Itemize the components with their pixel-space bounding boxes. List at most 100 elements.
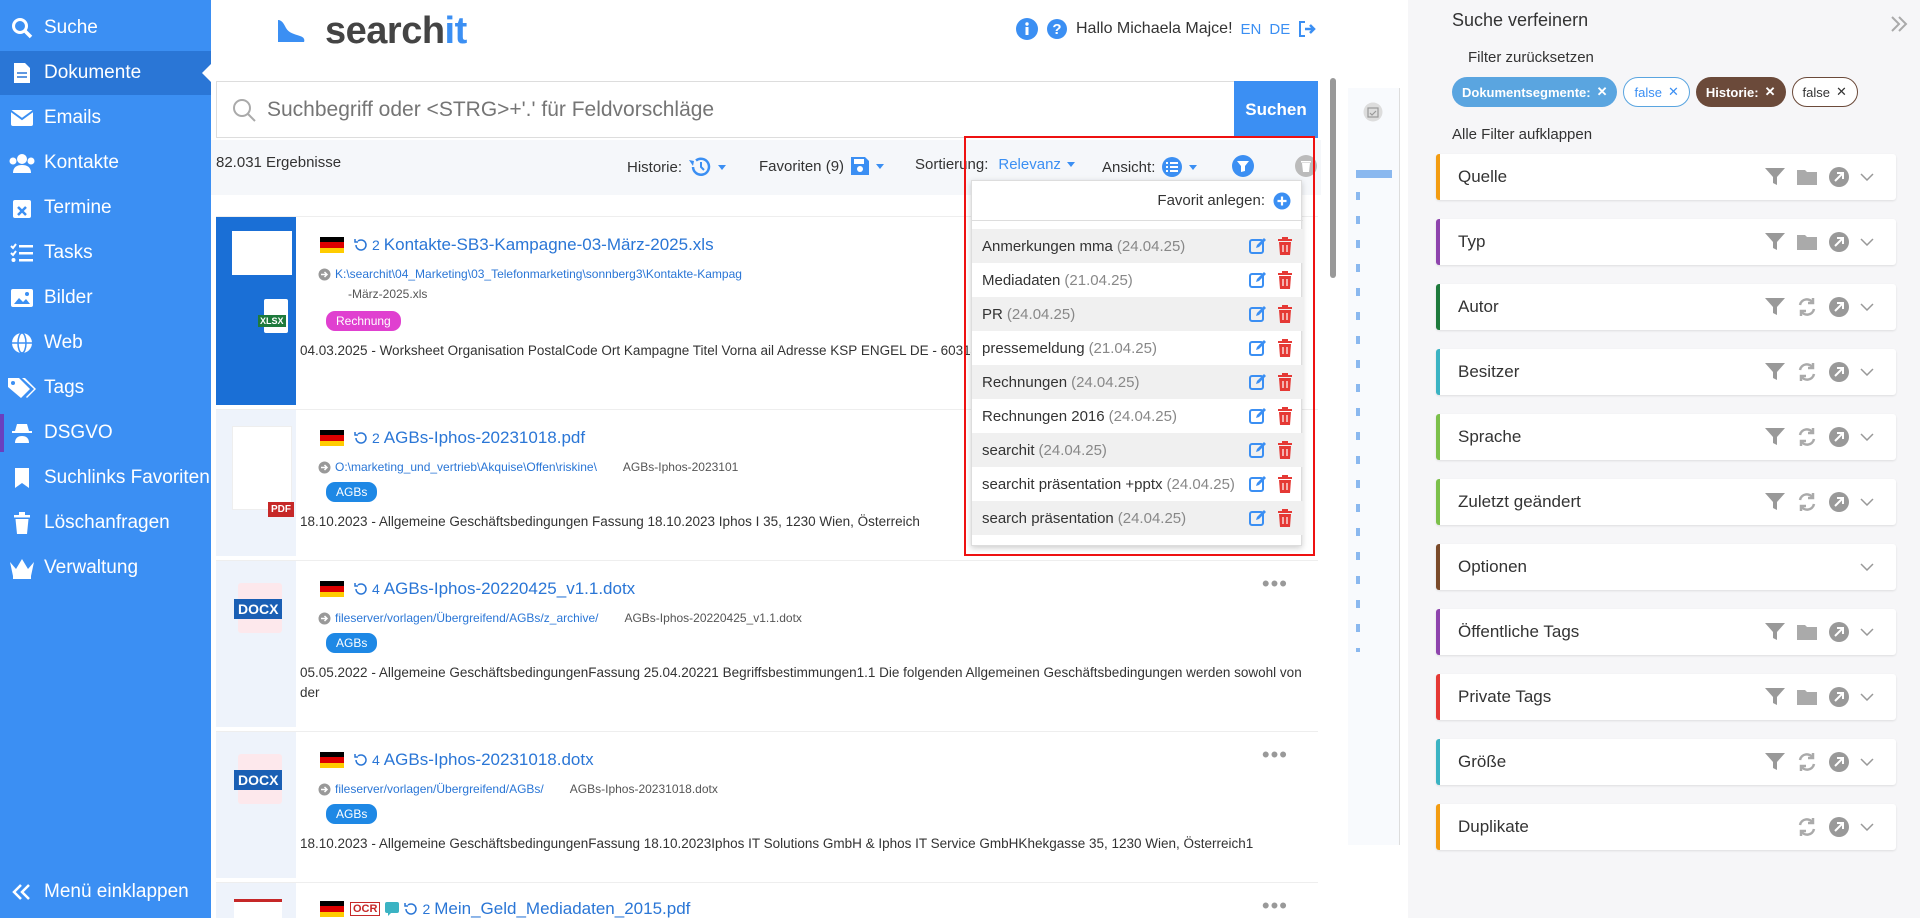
facet-autor[interactable]: Autor	[1436, 284, 1896, 330]
calendar-check-icon[interactable]	[1363, 102, 1383, 122]
result-thumbnail[interactable]	[216, 883, 296, 918]
reset-filters-link[interactable]: Filter zurücksetzen	[1468, 49, 1594, 66]
refresh-icon[interactable]	[1796, 751, 1818, 773]
chevron-down-icon[interactable]	[1860, 433, 1874, 441]
edit-icon[interactable]	[1249, 305, 1267, 323]
arrow-circle-icon[interactable]	[1828, 751, 1850, 773]
result-title[interactable]: 4 AGBs-Iphos-20220425_v1.1.dotx	[320, 579, 635, 599]
filter-icon[interactable]	[1764, 752, 1786, 772]
collapse-menu-button[interactable]: Menü einklappen	[0, 870, 211, 914]
sidebar-item-tasks[interactable]: Tasks	[0, 231, 211, 275]
delete-icon[interactable]	[1277, 475, 1293, 493]
facet-private-tags[interactable]: Private Tags	[1436, 674, 1896, 720]
chevron-down-icon[interactable]	[1860, 823, 1874, 831]
facet-zuletzt-geaendert[interactable]: Zuletzt geändert	[1436, 479, 1896, 525]
chevron-down-icon[interactable]	[1860, 368, 1874, 376]
chevron-down-icon[interactable]	[1860, 238, 1874, 246]
filter-chip[interactable]: false ✕	[1791, 77, 1858, 107]
delete-icon[interactable]	[1277, 407, 1293, 425]
arrow-circle-icon[interactable]	[1828, 491, 1850, 513]
facet-quelle[interactable]: Quelle	[1436, 154, 1896, 200]
result-thumbnail[interactable]: DOCX	[216, 561, 296, 727]
delete-icon[interactable]	[1277, 237, 1293, 255]
history-control[interactable]: Historie:	[627, 156, 727, 178]
view-control[interactable]: Ansicht:	[1102, 156, 1198, 178]
result-item[interactable]: OCR 2 Mein_Geld_Mediadaten_2015.pdf •••	[216, 882, 1318, 918]
favorite-item[interactable]: searchit präsentation +pptx (24.04.25)	[972, 467, 1303, 501]
favorite-item[interactable]: pressemeldung (21.04.25)	[972, 331, 1303, 365]
filter-icon[interactable]	[1764, 297, 1786, 317]
filter-results-icon[interactable]	[1231, 154, 1255, 178]
filter-icon[interactable]	[1764, 232, 1786, 252]
sidebar-item-kontakte[interactable]: Kontakte	[0, 141, 211, 185]
refresh-icon[interactable]	[1796, 296, 1818, 318]
result-title[interactable]: 2 AGBs-Iphos-20231018.pdf	[320, 428, 585, 448]
logout-icon[interactable]	[1298, 21, 1316, 37]
favorites-control[interactable]: Favoriten (9)	[759, 156, 885, 176]
favorite-item[interactable]: Rechnungen (24.04.25)	[972, 365, 1303, 399]
chevron-down-icon[interactable]	[1860, 498, 1874, 506]
search-button[interactable]: Suchen	[1234, 81, 1318, 138]
result-tag[interactable]: AGBs	[326, 804, 378, 824]
create-favorite-row[interactable]: Favorit anlegen:	[972, 181, 1303, 221]
help-icon[interactable]: ?	[1046, 18, 1068, 40]
refresh-icon[interactable]	[1796, 361, 1818, 383]
sidebar-item-loeschanfragen[interactable]: Löschanfragen	[0, 501, 211, 545]
folder-icon[interactable]	[1796, 168, 1818, 186]
favorite-item[interactable]: PR (24.04.25)	[972, 297, 1303, 331]
filter-icon[interactable]	[1764, 492, 1786, 512]
delete-icon[interactable]	[1277, 509, 1293, 527]
edit-icon[interactable]	[1249, 237, 1267, 255]
result-tag[interactable]: Rechnung	[326, 311, 401, 331]
result-title[interactable]: 2 Kontakte-SB3-Kampagne-03-März-2025.xls	[320, 235, 714, 255]
folder-icon[interactable]	[1796, 623, 1818, 641]
refresh-icon[interactable]	[1796, 816, 1818, 838]
delete-icon[interactable]	[1277, 305, 1293, 323]
sort-control[interactable]: Sortierung: Relevanz	[915, 156, 1075, 173]
folder-icon[interactable]	[1796, 688, 1818, 706]
delete-icon[interactable]	[1277, 373, 1293, 391]
edit-icon[interactable]	[1249, 407, 1267, 425]
sidebar-item-tags[interactable]: Tags	[0, 366, 211, 410]
sidebar-item-verwaltung[interactable]: Verwaltung	[0, 546, 211, 590]
chevron-down-icon[interactable]	[1860, 173, 1874, 181]
facet-besitzer[interactable]: Besitzer	[1436, 349, 1896, 395]
filter-icon[interactable]	[1764, 167, 1786, 187]
result-thumbnail[interactable]: XLSX	[216, 217, 296, 405]
sidebar-item-suche[interactable]: Suche	[0, 6, 211, 50]
filter-icon[interactable]	[1764, 427, 1786, 447]
arrow-circle-icon[interactable]	[1828, 686, 1850, 708]
sidebar-item-suchlinks-favoriten[interactable]: Suchlinks Favoriten	[0, 456, 211, 500]
favorite-item[interactable]: Rechnungen 2016 (24.04.25)	[972, 399, 1303, 433]
folder-icon[interactable]	[1796, 233, 1818, 251]
close-icon[interactable]: ✕	[1597, 84, 1608, 100]
result-tag[interactable]: AGBs	[326, 482, 378, 502]
sidebar-item-dsgvo[interactable]: DSGVO	[0, 411, 211, 455]
edit-icon[interactable]	[1249, 373, 1267, 391]
arrow-circle-icon[interactable]	[1828, 621, 1850, 643]
favorite-item[interactable]: Anmerkungen mma (24.04.25)	[972, 229, 1303, 263]
edit-icon[interactable]	[1249, 271, 1267, 289]
facet-optionen[interactable]: Optionen	[1436, 544, 1896, 590]
refresh-icon[interactable]	[1796, 426, 1818, 448]
filter-chip[interactable]: Dokumentsegmente: ✕	[1452, 77, 1618, 107]
edit-icon[interactable]	[1249, 339, 1267, 357]
facet-duplikate[interactable]: Duplikate	[1436, 804, 1896, 850]
delete-icon[interactable]	[1277, 441, 1293, 459]
lang-de-link[interactable]: DE	[1269, 21, 1290, 38]
result-item[interactable]: DOCX 4 AGBs-Iphos-20231018.dotx fileserv…	[216, 731, 1318, 878]
sidebar-item-termine[interactable]: Termine	[0, 186, 211, 230]
double-chevron-right-icon[interactable]	[1890, 16, 1908, 32]
result-path[interactable]: fileserver/vorlagen/Übergreifend/AGBs/z_…	[318, 611, 802, 625]
filter-chip[interactable]: Historie: ✕	[1695, 77, 1786, 107]
facet-sprache[interactable]: Sprache	[1436, 414, 1896, 460]
refresh-icon[interactable]	[1796, 491, 1818, 513]
arrow-circle-icon[interactable]	[1828, 296, 1850, 318]
sidebar-item-dokumente[interactable]: Dokumente	[0, 51, 211, 95]
filter-icon[interactable]	[1764, 622, 1786, 642]
arrow-circle-icon[interactable]	[1828, 166, 1850, 188]
facet-oeffentliche-tags[interactable]: Öffentliche Tags	[1436, 609, 1896, 655]
favorite-item[interactable]: Mediadaten (21.04.25)	[972, 263, 1303, 297]
chevron-down-icon[interactable]	[1860, 628, 1874, 636]
filter-icon[interactable]	[1764, 687, 1786, 707]
